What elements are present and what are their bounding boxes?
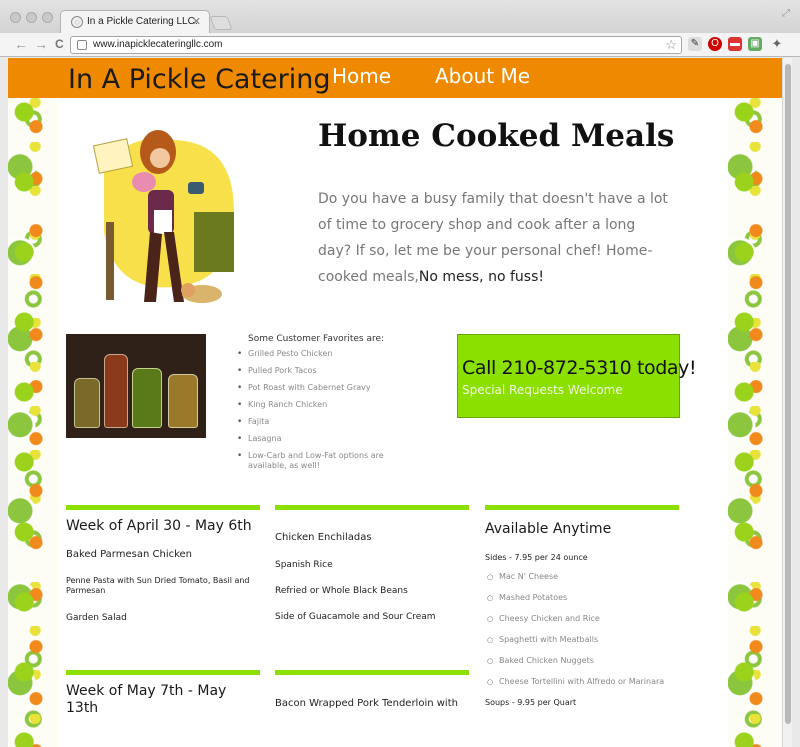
pickle-jars-photo (66, 334, 206, 438)
week-1-title: Week of April 30 - May 6th (66, 518, 252, 534)
list-item: Cheese Tortellini with Alfredo or Marina… (485, 677, 679, 687)
extension-pen-icon[interactable]: ✎ (688, 37, 702, 51)
special-requests-text: Special Requests Welcome (462, 383, 623, 397)
week-2-title: Week of May 7th - May 13th (66, 683, 227, 716)
tab-bar: ◌ In a Pickle Catering LLC. ✕ ⤢ (0, 0, 800, 33)
fullscreen-icon[interactable]: ⤢ (782, 8, 790, 19)
favorites-list: Grilled Pesto Chicken Pulled Pork Tacos … (232, 349, 412, 471)
paisley-border-right (728, 98, 782, 747)
menu-week-2-continued: Bacon Wrapped Pork Tenderloin with (275, 670, 469, 711)
menu-item: Spanish Rice (275, 560, 333, 570)
wrench-icon[interactable]: ✦ (770, 37, 784, 51)
soups-label: Soups - 9.95 per Quart (485, 698, 577, 707)
phone-callout: Call 210-872-5310 today! (462, 357, 697, 379)
column-divider (66, 670, 260, 675)
minimize-window-button[interactable] (26, 12, 37, 23)
list-item: Baked Chicken Nuggets (485, 656, 679, 666)
forward-button[interactable]: → (34, 35, 48, 53)
anytime-title: Available Anytime (485, 521, 612, 537)
menu-item: Garden Salad (66, 613, 127, 623)
mom-cooking-illustration (92, 130, 234, 303)
column-divider (66, 505, 260, 510)
paisley-border-left (8, 98, 60, 747)
extension-car-icon[interactable]: ▬ (728, 37, 742, 51)
column-divider (275, 505, 469, 510)
available-anytime: Available Anytime Sides - 7.95 per 24 ou… (485, 505, 679, 707)
extension-opera-icon[interactable]: O (708, 37, 722, 51)
url-text: www.inapicklecateringllc.com (93, 39, 223, 50)
menu-item: Baked Parmesan Chicken (66, 549, 193, 560)
list-item: Mashed Potatoes (485, 593, 679, 603)
page-scrollbar[interactable] (782, 58, 792, 747)
sides-label: Sides - 7.95 per 24 ounce (485, 553, 588, 562)
list-item: Low-Carb and Low-Fat options are availab… (232, 451, 412, 471)
globe-icon: ◌ (71, 16, 83, 28)
list-item: King Ranch Chicken (232, 400, 412, 410)
jar-shape (104, 354, 128, 428)
page-icon (77, 40, 87, 50)
column-divider (275, 670, 469, 675)
intro-strong-text: No mess, no fuss! (418, 269, 544, 285)
site-header: In A Pickle Catering Home About Me (8, 58, 782, 98)
sides-list: Mac N' Cheese Mashed Potatoes Cheesy Chi… (485, 572, 679, 687)
tab-close-button[interactable]: ✕ (192, 15, 201, 28)
address-bar[interactable]: www.inapicklecateringllc.com ☆ (70, 36, 682, 54)
menu-item: Bacon Wrapped Pork Tenderloin with (275, 698, 458, 709)
menu-week-1-continued: Chicken Enchiladas Spanish Rice Refried … (275, 505, 469, 622)
bookmark-star-icon[interactable]: ☆ (665, 37, 677, 53)
page-headline: Home Cooked Meals (318, 118, 675, 154)
nav-about-link[interactable]: About Me (435, 64, 530, 88)
list-item: Mac N' Cheese (485, 572, 679, 582)
call-to-action-box: Call 210-872-5310 today! Special Request… (457, 334, 697, 418)
menu-item: Chicken Enchiladas (275, 532, 372, 543)
nav-home-link[interactable]: Home (332, 64, 391, 88)
jar-shape (168, 374, 198, 428)
reload-button[interactable]: C (55, 35, 64, 53)
jar-shape (74, 378, 100, 428)
page-viewport: In A Pickle Catering Home About Me Home … (8, 58, 782, 747)
column-divider (485, 505, 679, 510)
menu-week-2: Week of May 7th - May 13th (66, 670, 260, 717)
browser-tab[interactable]: ◌ In a Pickle Catering LLC. ✕ (60, 10, 210, 33)
close-window-button[interactable] (10, 12, 21, 23)
menu-item: Penne Pasta with Sun Dried Tomato, Basil… (66, 576, 250, 595)
new-tab-button[interactable] (209, 16, 233, 30)
menu-item: Refried or Whole Black Beans (275, 586, 408, 596)
jar-shape (132, 368, 162, 428)
main-content: Home Cooked Meals Do you have a busy fam… (60, 98, 728, 747)
list-item: Cheesy Chicken and Rice (485, 614, 679, 624)
list-item: Fajita (232, 417, 412, 427)
list-item: Lasagna (232, 434, 412, 444)
site-title[interactable]: In A Pickle Catering (68, 64, 331, 95)
menu-item: Side of Guacamole and Sour Cream (275, 612, 436, 622)
list-item: Pot Roast with Cabernet Gravy (232, 383, 412, 393)
list-item: Spaghetti with Meatballs (485, 635, 679, 645)
menu-week-1: Week of April 30 - May 6th Baked Parmesa… (66, 505, 260, 623)
customer-favorites: Some Customer Favorites are: Grilled Pes… (232, 334, 412, 478)
list-item: Pulled Pork Tacos (232, 366, 412, 376)
favorites-heading: Some Customer Favorites are: (248, 334, 385, 344)
extension-green-icon[interactable]: ▣ (748, 37, 762, 51)
browser-window: ◌ In a Pickle Catering LLC. ✕ ⤢ ← → C ww… (0, 0, 800, 747)
back-button[interactable]: ← (14, 35, 28, 53)
intro-paragraph: Do you have a busy family that doesn't h… (318, 186, 668, 290)
zoom-window-button[interactable] (42, 12, 53, 23)
scrollbar-thumb[interactable] (785, 64, 791, 724)
browser-toolbar: ← → C www.inapicklecateringllc.com ☆ ✎ O… (0, 33, 800, 57)
list-item: Grilled Pesto Chicken (232, 349, 412, 359)
tab-title: In a Pickle Catering LLC. (87, 16, 198, 27)
